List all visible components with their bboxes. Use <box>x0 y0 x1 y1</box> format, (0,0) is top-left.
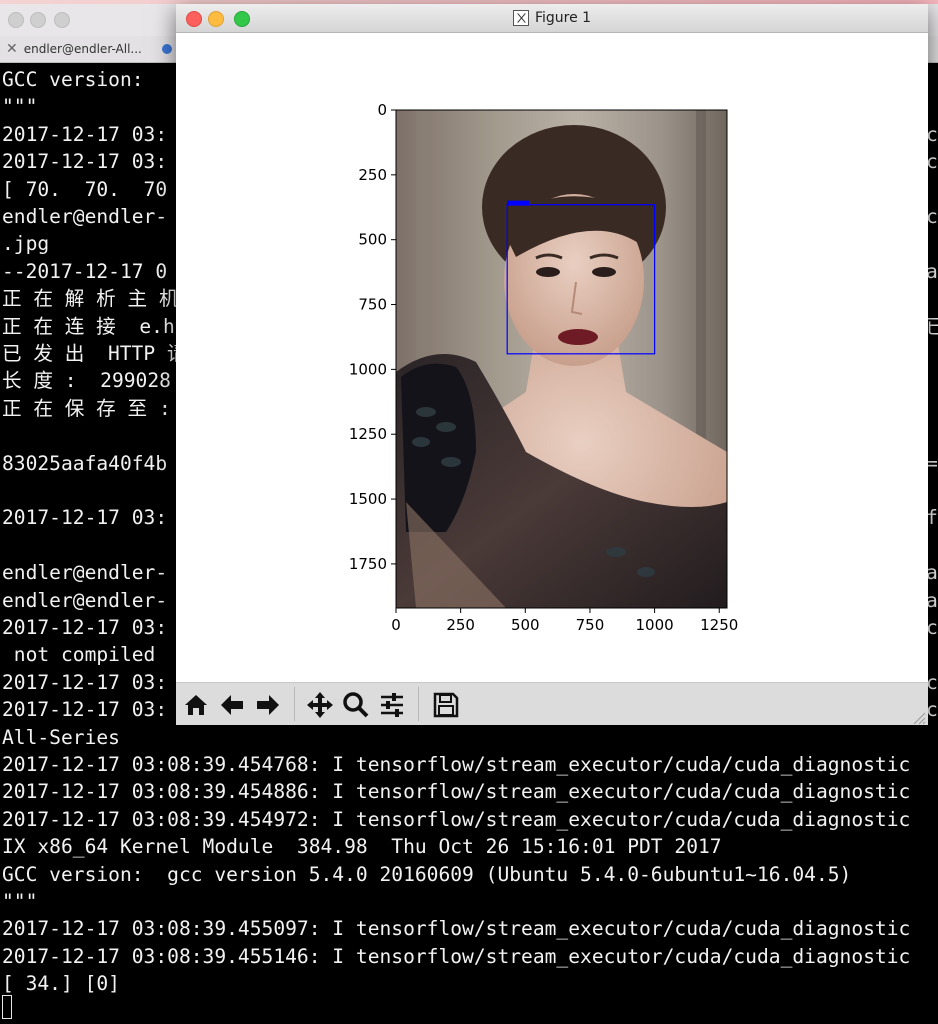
terminal-line: """ <box>2 890 38 913</box>
resize-grip-icon[interactable] <box>912 711 926 725</box>
subplots-icon[interactable] <box>376 689 408 721</box>
figure-title-area: Figure 1 <box>176 4 928 32</box>
terminal-line: 83025aafa40f4b <box>2 451 168 475</box>
terminal-line: All-Series <box>2 725 120 749</box>
terminal-tab[interactable]: ✕ endler@endler-All... <box>0 36 142 62</box>
portrait-image <box>396 110 727 608</box>
forward-arrow-icon[interactable] <box>252 689 284 721</box>
terminal-line: 2017-12-17 03: <box>2 670 168 694</box>
terminal-line: endler@endler- <box>2 588 168 612</box>
x11-icon <box>512 10 529 26</box>
y-tick-label: 0 <box>377 101 387 119</box>
close-tab-icon[interactable]: ✕ <box>6 41 18 57</box>
y-tick-label: 1500 <box>349 490 387 508</box>
zoom-icon[interactable] <box>340 689 372 721</box>
plot-canvas[interactable]: 0 250 500 750 1000 1250 0 250 500 750 1000 1250 1500… <box>176 32 928 682</box>
home-icon[interactable] <box>180 689 212 721</box>
y-tick-label: 250 <box>358 166 387 184</box>
terminal-tab-label: endler@endler-All... <box>23 42 142 56</box>
terminal-line: not compiled <box>2 643 156 667</box>
x-tick-label: 1250 <box>700 616 738 634</box>
y-tick-label: 1000 <box>349 360 387 378</box>
y-tick-label: 1250 <box>349 425 387 443</box>
x-tick-label: 500 <box>511 616 540 634</box>
back-arrow-icon[interactable] <box>216 689 248 721</box>
terminal-line: IX x86_64 Kernel Module 384.98 Thu Oct 2… <box>2 835 722 859</box>
y-tick-label: 750 <box>358 296 387 314</box>
terminal-line: 2017-12-17 03: <box>2 698 168 722</box>
terminal-maximize-button[interactable] <box>54 12 70 28</box>
x-tick-label: 1000 <box>636 616 674 634</box>
save-icon[interactable] <box>430 689 462 721</box>
terminal-cursor <box>2 995 12 1019</box>
terminal-line: GCC version: <box>2 68 144 91</box>
terminal-line: [ 70. 70. 70 <box>2 177 168 201</box>
terminal-line: 2017-12-17 03:08:39.454768: I tensorflow… <box>2 753 911 776</box>
terminal-line: 2017-12-17 03:08:39.454886: I tensorflow… <box>2 780 911 804</box>
terminal-line: --2017-12-17 0 <box>2 259 168 283</box>
figure-window: Figure 1 0 250 500 750 1000 1250 0 250 5… <box>176 4 928 725</box>
terminal-line: [ 34.] [0] <box>2 972 120 996</box>
x-tick-label: 250 <box>446 616 475 634</box>
terminal-line: endler@endler- <box>2 561 168 585</box>
terminal-line: 2017-12-17 03:08:39.455146: I tensorflow… <box>2 944 911 968</box>
terminal-line: 长 度 : 299028 <box>2 369 171 393</box>
terminal-line: 2017-12-17 03: <box>2 122 168 146</box>
terminal-line: endler@endler- <box>2 205 168 228</box>
x-tick-label: 750 <box>576 616 605 634</box>
terminal-line: 2017-12-17 03: <box>2 150 168 174</box>
tab-indicator-icon <box>162 44 172 54</box>
terminal-line: 2017-12-17 03: <box>2 506 168 530</box>
toolbar-separator <box>294 687 295 721</box>
terminal-line: .jpg <box>2 232 50 256</box>
terminal-line: 2017-12-17 03: <box>2 616 168 639</box>
terminal-line: 正 在 连 接 e.hip <box>2 314 199 338</box>
figure-title: Figure 1 <box>534 10 592 26</box>
terminal-line: 2017-12-17 03:08:39.454972: I tensorflow… <box>2 807 911 831</box>
pan-icon[interactable] <box>304 689 336 721</box>
x-tick-label: 0 <box>391 616 401 634</box>
figure-titlebar[interactable]: Figure 1 <box>176 4 928 33</box>
terminal-line: GCC version: gcc version 5.4.0 20160609 … <box>2 862 852 886</box>
matplotlib-toolbar <box>176 682 928 725</box>
terminal-line: """ <box>2 95 38 119</box>
y-tick-label: 1750 <box>349 555 387 573</box>
terminal-close-button[interactable] <box>8 12 24 28</box>
y-tick-label: 500 <box>358 231 387 249</box>
terminal-line: 已 发 出 HTTP 请 <box>2 342 187 365</box>
terminal-line: 2017-12-17 03:08:39.455097: I tensorflow… <box>2 917 911 941</box>
terminal-minimize-button[interactable] <box>30 12 46 28</box>
toolbar-separator <box>418 687 419 721</box>
detection-label-marker <box>507 200 530 206</box>
